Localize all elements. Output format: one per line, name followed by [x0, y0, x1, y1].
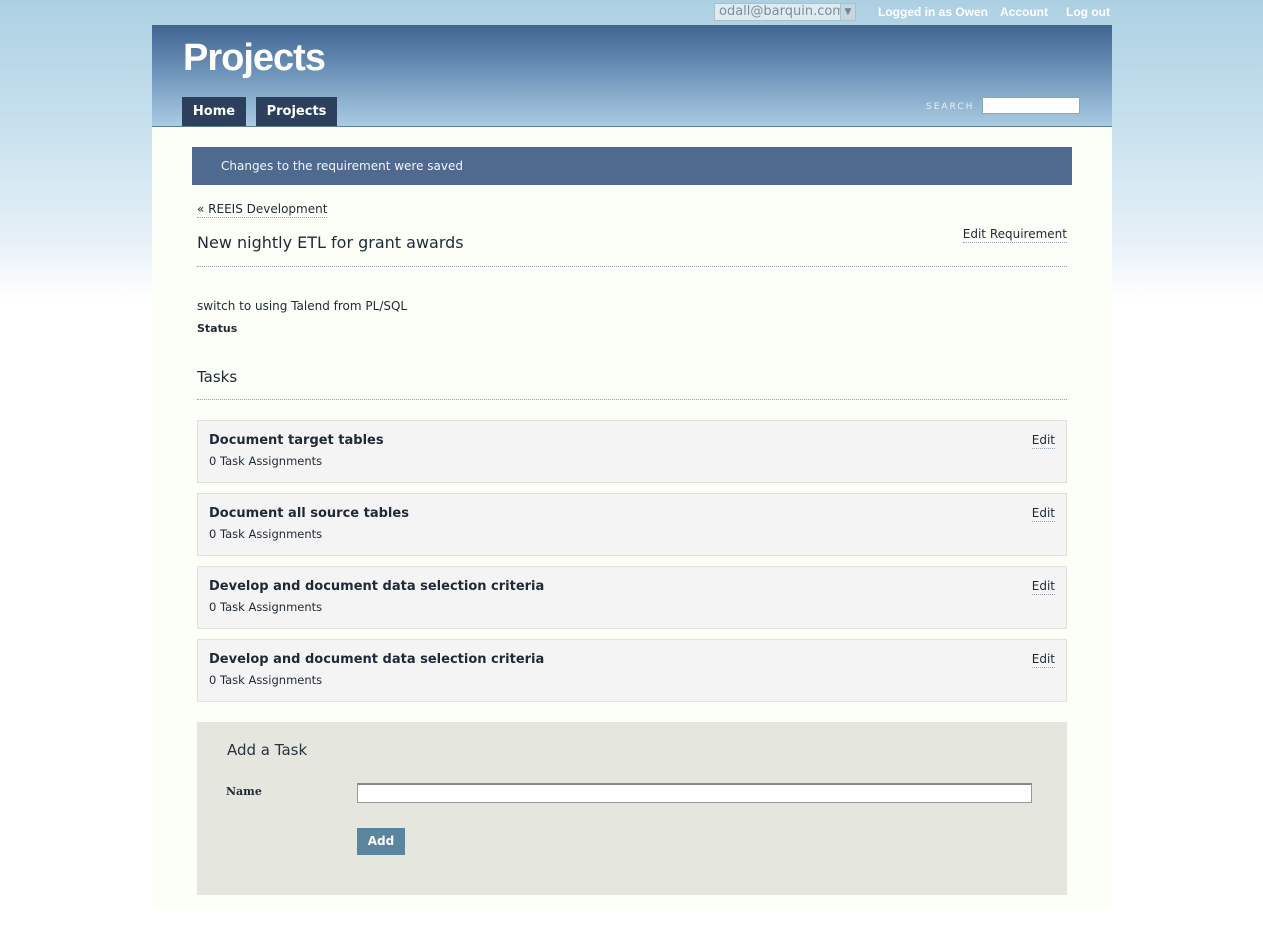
- task-edit-link[interactable]: Edit: [1031, 506, 1055, 522]
- task-name: Document target tables: [209, 433, 384, 448]
- site-title[interactable]: Projects: [183, 37, 326, 80]
- search-label: SEARCH: [926, 102, 975, 112]
- task-name-label: Name: [226, 785, 262, 798]
- task-name: Develop and document data selection crit…: [209, 579, 545, 594]
- top-utility-bar: odall@barquin.com ▼ Logged in as Owen Ac…: [152, 0, 1112, 25]
- account-link[interactable]: Account: [1000, 5, 1048, 19]
- edit-requirement-link[interactable]: Edit Requirement: [962, 227, 1067, 243]
- logged-in-text: Logged in as Owen: [878, 5, 989, 19]
- task-assignment-count: 0 Task Assignments: [209, 673, 323, 687]
- status-label: Status: [197, 322, 238, 335]
- task-edit-link[interactable]: Edit: [1031, 433, 1055, 449]
- task-item: Develop and document data selection crit…: [197, 639, 1067, 702]
- site-header: Projects Home Projects SEARCH: [152, 25, 1112, 127]
- back-to-project-link[interactable]: « REEIS Development: [197, 202, 328, 218]
- task-assignment-count: 0 Task Assignments: [209, 527, 323, 541]
- task-assignment-count: 0 Task Assignments: [209, 454, 323, 468]
- page-title: New nightly ETL for grant awards: [197, 233, 464, 252]
- divider: [197, 266, 1067, 267]
- chevron-down-icon[interactable]: ▼: [840, 4, 855, 20]
- flash-message: Changes to the requirement were saved: [192, 147, 1072, 185]
- logout-link[interactable]: Log out: [1066, 5, 1110, 19]
- task-item: Document target tables 0 Task Assignment…: [197, 420, 1067, 483]
- nav-tab-projects[interactable]: Projects: [256, 97, 337, 126]
- search-input[interactable]: [982, 97, 1080, 114]
- task-name: Develop and document data selection crit…: [209, 652, 545, 667]
- task-item: Document all source tables 0 Task Assign…: [197, 493, 1067, 556]
- task-edit-link[interactable]: Edit: [1031, 652, 1055, 668]
- account-email: odall@barquin.com: [719, 4, 845, 19]
- task-edit-link[interactable]: Edit: [1031, 579, 1055, 595]
- divider: [197, 399, 1067, 400]
- nav-tab-home[interactable]: Home: [182, 97, 246, 126]
- task-name-input[interactable]: [357, 783, 1032, 803]
- requirement-description: switch to using Talend from PL/SQL: [197, 299, 408, 313]
- add-task-form: Add a Task Name Add: [197, 722, 1067, 895]
- tasks-heading: Tasks: [197, 368, 238, 386]
- main-content: Changes to the requirement were saved « …: [152, 127, 1112, 910]
- task-assignment-count: 0 Task Assignments: [209, 600, 323, 614]
- task-name: Document all source tables: [209, 506, 409, 521]
- add-task-button[interactable]: Add: [357, 828, 405, 855]
- account-select[interactable]: odall@barquin.com ▼: [714, 3, 856, 21]
- add-task-title: Add a Task: [227, 741, 308, 759]
- task-item: Develop and document data selection crit…: [197, 566, 1067, 629]
